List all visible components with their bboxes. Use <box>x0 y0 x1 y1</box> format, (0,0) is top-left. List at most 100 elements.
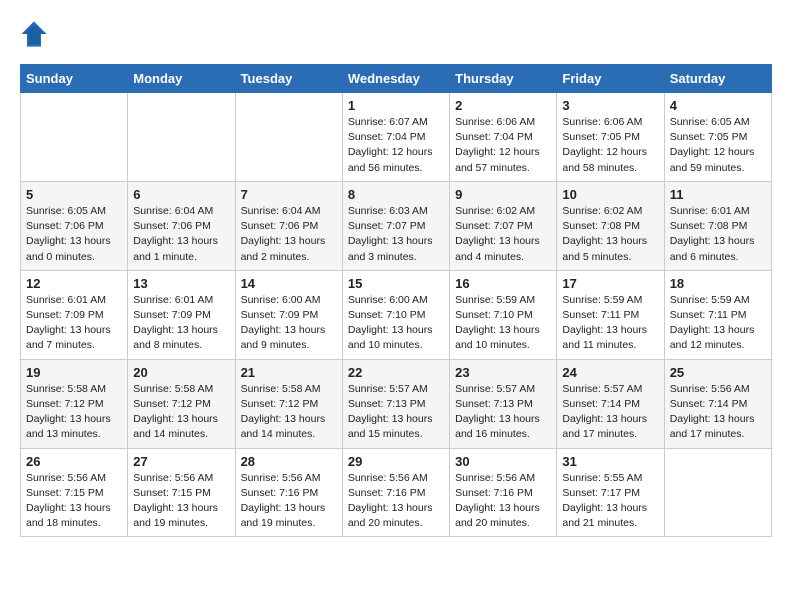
calendar-cell: 2Sunrise: 6:06 AM Sunset: 7:04 PM Daylig… <box>450 93 557 182</box>
day-number: 7 <box>241 187 337 202</box>
day-number: 5 <box>26 187 122 202</box>
day-number: 11 <box>670 187 766 202</box>
cell-info: Sunrise: 6:00 AM Sunset: 7:10 PM Dayligh… <box>348 293 444 354</box>
cell-info: Sunrise: 5:56 AM Sunset: 7:15 PM Dayligh… <box>26 471 122 532</box>
cell-info: Sunrise: 6:01 AM Sunset: 7:09 PM Dayligh… <box>133 293 229 354</box>
calendar-cell: 26 Sunrise: 5:56 AM Sunset: 7:15 PM Dayli… <box>21 448 128 537</box>
day-number: 6 <box>133 187 229 202</box>
cell-info: Sunrise: 5:56 AM Sunset: 7:15 PM Dayligh… <box>133 471 229 532</box>
calendar-cell: 20 Sunrise: 5:58 AM Sunset: 7:12 PM Dayli… <box>128 359 235 448</box>
calendar-cell: 4 Sunrise: 6:05 AM Sunset: 7:05 PM Daylig… <box>664 93 771 182</box>
logo-icon <box>20 20 48 48</box>
day-number: 28 <box>241 454 337 469</box>
cell-info: Sunrise: 6:03 AM Sunset: 7:07 PM Dayligh… <box>348 204 444 265</box>
day-number: 26 <box>26 454 122 469</box>
calendar-cell: 21Sunrise: 5:58 AM Sunset: 7:12 PM Dayli… <box>235 359 342 448</box>
calendar-cell: 16 Sunrise: 5:59 AM Sunset: 7:10 PM Dayli… <box>450 270 557 359</box>
day-number: 4 <box>670 98 766 113</box>
calendar-cell: 8 Sunrise: 6:03 AM Sunset: 7:07 PM Daylig… <box>342 181 449 270</box>
day-number: 14 <box>241 276 337 291</box>
cell-info: Sunrise: 6:04 AM Sunset: 7:06 PM Dayligh… <box>133 204 229 265</box>
calendar-cell: 9 Sunrise: 6:02 AM Sunset: 7:07 PM Daylig… <box>450 181 557 270</box>
day-number: 16 <box>455 276 551 291</box>
calendar-cell <box>235 93 342 182</box>
calendar-cell <box>128 93 235 182</box>
day-number: 18 <box>670 276 766 291</box>
day-number: 9 <box>455 187 551 202</box>
calendar-cell: 27 Sunrise: 5:56 AM Sunset: 7:15 PM Dayli… <box>128 448 235 537</box>
calendar-cell: 3 Sunrise: 6:06 AM Sunset: 7:05 PM Daylig… <box>557 93 664 182</box>
day-header-monday: Monday <box>128 65 235 93</box>
day-number: 27 <box>133 454 229 469</box>
cell-info: Sunrise: 6:04 AM Sunset: 7:06 PM Dayligh… <box>241 204 337 265</box>
calendar-cell: 7 Sunrise: 6:04 AM Sunset: 7:06 PM Daylig… <box>235 181 342 270</box>
day-number: 23 <box>455 365 551 380</box>
calendar-cell: 10Sunrise: 6:02 AM Sunset: 7:08 PM Dayli… <box>557 181 664 270</box>
day-number: 21 <box>241 365 337 380</box>
day-number: 1 <box>348 98 444 113</box>
day-number: 31 <box>562 454 658 469</box>
calendar-week-row: 12 Sunrise: 6:01 AM Sunset: 7:09 PM Dayli… <box>21 270 772 359</box>
calendar-table: SundayMondayTuesdayWednesdayThursdayFrid… <box>20 64 772 537</box>
cell-info: Sunrise: 6:01 AM Sunset: 7:09 PM Dayligh… <box>26 293 122 354</box>
calendar-cell: 15 Sunrise: 6:00 AM Sunset: 7:10 PM Dayli… <box>342 270 449 359</box>
calendar-cell: 25 Sunrise: 5:56 AM Sunset: 7:14 PM Dayli… <box>664 359 771 448</box>
calendar-header-row: SundayMondayTuesdayWednesdayThursdayFrid… <box>21 65 772 93</box>
calendar-cell: 29Sunrise: 5:56 AM Sunset: 7:16 PM Dayli… <box>342 448 449 537</box>
cell-info: Sunrise: 5:55 AM Sunset: 7:17 PM Dayligh… <box>562 471 658 532</box>
day-number: 22 <box>348 365 444 380</box>
day-number: 17 <box>562 276 658 291</box>
calendar-cell: 18 Sunrise: 5:59 AM Sunset: 7:11 PM Dayli… <box>664 270 771 359</box>
calendar-cell: 22Sunrise: 5:57 AM Sunset: 7:13 PM Dayli… <box>342 359 449 448</box>
cell-info: Sunrise: 5:56 AM Sunset: 7:16 PM Dayligh… <box>455 471 551 532</box>
day-number: 10 <box>562 187 658 202</box>
cell-info: Sunrise: 5:59 AM Sunset: 7:10 PM Dayligh… <box>455 293 551 354</box>
cell-info: Sunrise: 5:56 AM Sunset: 7:16 PM Dayligh… <box>241 471 337 532</box>
day-header-tuesday: Tuesday <box>235 65 342 93</box>
day-number: 24 <box>562 365 658 380</box>
cell-info: Sunrise: 5:58 AM Sunset: 7:12 PM Dayligh… <box>26 382 122 443</box>
calendar-cell: 6 Sunrise: 6:04 AM Sunset: 7:06 PM Daylig… <box>128 181 235 270</box>
cell-info: Sunrise: 5:59 AM Sunset: 7:11 PM Dayligh… <box>562 293 658 354</box>
calendar-cell: 14Sunrise: 6:00 AM Sunset: 7:09 PM Dayli… <box>235 270 342 359</box>
calendar-cell: 12 Sunrise: 6:01 AM Sunset: 7:09 PM Dayli… <box>21 270 128 359</box>
cell-info: Sunrise: 5:56 AM Sunset: 7:14 PM Dayligh… <box>670 382 766 443</box>
day-header-friday: Friday <box>557 65 664 93</box>
day-number: 2 <box>455 98 551 113</box>
cell-info: Sunrise: 6:05 AM Sunset: 7:06 PM Dayligh… <box>26 204 122 265</box>
cell-info: Sunrise: 6:06 AM Sunset: 7:05 PM Dayligh… <box>562 115 658 176</box>
calendar-cell: 28 Sunrise: 5:56 AM Sunset: 7:16 PM Dayli… <box>235 448 342 537</box>
calendar-cell <box>21 93 128 182</box>
day-number: 3 <box>562 98 658 113</box>
calendar-week-row: 5 Sunrise: 6:05 AM Sunset: 7:06 PM Daylig… <box>21 181 772 270</box>
calendar-cell: 24Sunrise: 5:57 AM Sunset: 7:14 PM Dayli… <box>557 359 664 448</box>
calendar-cell: 31 Sunrise: 5:55 AM Sunset: 7:17 PM Dayli… <box>557 448 664 537</box>
day-number: 30 <box>455 454 551 469</box>
day-number: 8 <box>348 187 444 202</box>
calendar-cell: 23 Sunrise: 5:57 AM Sunset: 7:13 PM Dayli… <box>450 359 557 448</box>
day-header-thursday: Thursday <box>450 65 557 93</box>
cell-info: Sunrise: 5:59 AM Sunset: 7:11 PM Dayligh… <box>670 293 766 354</box>
day-number: 12 <box>26 276 122 291</box>
header <box>20 20 772 48</box>
calendar-cell: 17 Sunrise: 5:59 AM Sunset: 7:11 PM Dayli… <box>557 270 664 359</box>
day-number: 19 <box>26 365 122 380</box>
logo <box>20 20 50 48</box>
cell-info: Sunrise: 6:05 AM Sunset: 7:05 PM Dayligh… <box>670 115 766 176</box>
day-number: 15 <box>348 276 444 291</box>
calendar-cell: 5 Sunrise: 6:05 AM Sunset: 7:06 PM Daylig… <box>21 181 128 270</box>
cell-info: Sunrise: 5:57 AM Sunset: 7:13 PM Dayligh… <box>455 382 551 443</box>
calendar-week-row: 26 Sunrise: 5:56 AM Sunset: 7:15 PM Dayli… <box>21 448 772 537</box>
cell-info: Sunrise: 5:56 AM Sunset: 7:16 PM Dayligh… <box>348 471 444 532</box>
calendar-cell: 13Sunrise: 6:01 AM Sunset: 7:09 PM Dayli… <box>128 270 235 359</box>
day-number: 20 <box>133 365 229 380</box>
page: SundayMondayTuesdayWednesdayThursdayFrid… <box>0 0 792 547</box>
calendar-week-row: 19 Sunrise: 5:58 AM Sunset: 7:12 PM Dayli… <box>21 359 772 448</box>
cell-info: Sunrise: 5:58 AM Sunset: 7:12 PM Dayligh… <box>133 382 229 443</box>
day-number: 25 <box>670 365 766 380</box>
day-header-saturday: Saturday <box>664 65 771 93</box>
cell-info: Sunrise: 6:07 AM Sunset: 7:04 PM Dayligh… <box>348 115 444 176</box>
calendar-cell: 11Sunrise: 6:01 AM Sunset: 7:08 PM Dayli… <box>664 181 771 270</box>
cell-info: Sunrise: 6:02 AM Sunset: 7:07 PM Dayligh… <box>455 204 551 265</box>
calendar-week-row: 1 Sunrise: 6:07 AM Sunset: 7:04 PM Daylig… <box>21 93 772 182</box>
